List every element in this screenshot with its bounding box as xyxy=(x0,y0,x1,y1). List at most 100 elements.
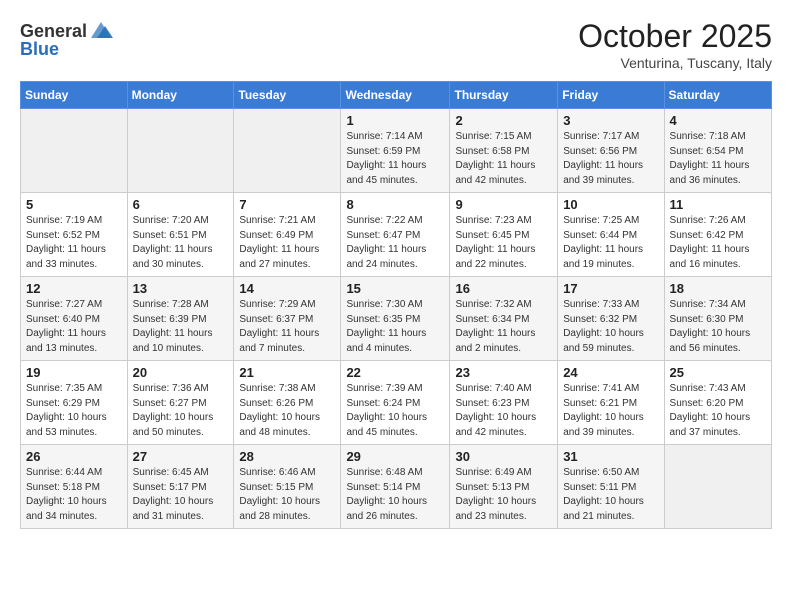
calendar-subtitle: Venturina, Tuscany, Italy xyxy=(578,55,772,71)
day-number: 11 xyxy=(670,197,766,212)
week-row-5: 26Sunrise: 6:44 AMSunset: 5:18 PMDayligh… xyxy=(21,445,772,529)
weekday-header-wednesday: Wednesday xyxy=(341,82,450,109)
day-info: Sunrise: 7:19 AMSunset: 6:52 PMDaylight:… xyxy=(26,214,122,272)
day-info: Sunrise: 7:38 AMSunset: 6:26 PMDaylight:… xyxy=(239,382,335,440)
day-cell: 16 Sunrise: 7:32 AMSunset: 6:34 PMDayligh… xyxy=(450,277,558,361)
day-info: Sunrise: 7:41 AMSunset: 6:21 PMDaylight:… xyxy=(563,382,658,440)
page: General Blue October 2025 Venturina, Tus… xyxy=(0,0,792,612)
calendar-table: SundayMondayTuesdayWednesdayThursdayFrid… xyxy=(20,81,772,529)
day-cell: 31Sunrise: 6:50 AMSunset: 5:11 PMDayligh… xyxy=(558,445,664,529)
day-info: Sunrise: 6:45 AMSunset: 5:17 PMDaylight:… xyxy=(133,466,229,524)
day-info: Sunrise: 7:43 AMSunset: 6:20 PMDaylight:… xyxy=(670,382,766,440)
day-cell: 15 Sunrise: 7:30 AMSunset: 6:35 PMDayligh… xyxy=(341,277,450,361)
day-info: Sunrise: 7:32 AMSunset: 6:34 PMDaylight:… xyxy=(455,298,552,356)
day-number: 7 xyxy=(239,197,335,212)
day-number: 30 xyxy=(455,449,552,464)
day-info: Sunrise: 7:25 AMSunset: 6:44 PMDaylight:… xyxy=(563,214,658,272)
day-cell: 29 Sunrise: 6:48 AMSunset: 5:14 PMDayligh… xyxy=(341,445,450,529)
day-number: 10 xyxy=(563,197,658,212)
calendar-title: October 2025 xyxy=(578,18,772,55)
day-number: 15 xyxy=(346,281,444,296)
weekday-header-sunday: Sunday xyxy=(21,82,128,109)
day-number: 19 xyxy=(26,365,122,380)
logo-icon xyxy=(89,18,113,42)
day-info: Sunrise: 7:20 AMSunset: 6:51 PMDaylight:… xyxy=(133,214,229,272)
day-info: Sunrise: 6:48 AMSunset: 5:14 PMDaylight:… xyxy=(346,466,444,524)
day-number: 31 xyxy=(563,449,658,464)
weekday-header-row: SundayMondayTuesdayWednesdayThursdayFrid… xyxy=(21,82,772,109)
day-cell xyxy=(127,109,234,193)
day-info: Sunrise: 7:26 AMSunset: 6:42 PMDaylight:… xyxy=(670,214,766,272)
day-cell: 12 Sunrise: 7:27 AMSunset: 6:40 PMDayligh… xyxy=(21,277,128,361)
week-row-3: 12 Sunrise: 7:27 AMSunset: 6:40 PMDayligh… xyxy=(21,277,772,361)
day-cell: 22Sunrise: 7:39 AMSunset: 6:24 PMDayligh… xyxy=(341,361,450,445)
day-info: Sunrise: 7:15 AMSunset: 6:58 PMDaylight:… xyxy=(455,130,552,188)
week-row-1: 1 Sunrise: 7:14 AMSunset: 6:59 PMDaylight… xyxy=(21,109,772,193)
day-cell: 10 Sunrise: 7:25 AMSunset: 6:44 PMDayligh… xyxy=(558,193,664,277)
day-info: Sunrise: 6:49 AMSunset: 5:13 PMDaylight:… xyxy=(455,466,552,524)
day-number: 22 xyxy=(346,365,444,380)
weekday-header-monday: Monday xyxy=(127,82,234,109)
day-number: 23 xyxy=(455,365,552,380)
day-number: 28 xyxy=(239,449,335,464)
day-number: 21 xyxy=(239,365,335,380)
day-info: Sunrise: 7:17 AMSunset: 6:56 PMDaylight:… xyxy=(563,130,658,188)
title-block: October 2025 Venturina, Tuscany, Italy xyxy=(578,18,772,71)
logo-general-text: General xyxy=(20,22,87,40)
day-cell: 21 Sunrise: 7:38 AMSunset: 6:26 PMDayligh… xyxy=(234,361,341,445)
day-number: 25 xyxy=(670,365,766,380)
day-number: 29 xyxy=(346,449,444,464)
day-cell: 30 Sunrise: 6:49 AMSunset: 5:13 PMDayligh… xyxy=(450,445,558,529)
day-cell: 19 Sunrise: 7:35 AMSunset: 6:29 PMDayligh… xyxy=(21,361,128,445)
day-info: Sunrise: 7:34 AMSunset: 6:30 PMDaylight:… xyxy=(670,298,766,356)
day-number: 3 xyxy=(563,113,658,128)
day-number: 4 xyxy=(670,113,766,128)
day-info: Sunrise: 7:33 AMSunset: 6:32 PMDaylight:… xyxy=(563,298,658,356)
day-number: 20 xyxy=(133,365,229,380)
day-cell xyxy=(21,109,128,193)
day-cell: 7 Sunrise: 7:21 AMSunset: 6:49 PMDaylight… xyxy=(234,193,341,277)
day-number: 18 xyxy=(670,281,766,296)
day-number: 8 xyxy=(346,197,444,212)
day-info: Sunrise: 7:21 AMSunset: 6:49 PMDaylight:… xyxy=(239,214,335,272)
day-number: 16 xyxy=(455,281,552,296)
day-info: Sunrise: 7:27 AMSunset: 6:40 PMDaylight:… xyxy=(26,298,122,356)
day-info: Sunrise: 7:29 AMSunset: 6:37 PMDaylight:… xyxy=(239,298,335,356)
day-cell: 11 Sunrise: 7:26 AMSunset: 6:42 PMDayligh… xyxy=(664,193,771,277)
day-cell: 20Sunrise: 7:36 AMSunset: 6:27 PMDayligh… xyxy=(127,361,234,445)
day-number: 5 xyxy=(26,197,122,212)
day-number: 12 xyxy=(26,281,122,296)
day-info: Sunrise: 7:28 AMSunset: 6:39 PMDaylight:… xyxy=(133,298,229,356)
day-info: Sunrise: 7:14 AMSunset: 6:59 PMDaylight:… xyxy=(346,130,444,188)
day-cell: 27Sunrise: 6:45 AMSunset: 5:17 PMDayligh… xyxy=(127,445,234,529)
day-cell: 25 Sunrise: 7:43 AMSunset: 6:20 PMDayligh… xyxy=(664,361,771,445)
day-cell xyxy=(664,445,771,529)
day-cell: 24 Sunrise: 7:41 AMSunset: 6:21 PMDayligh… xyxy=(558,361,664,445)
day-number: 24 xyxy=(563,365,658,380)
day-number: 9 xyxy=(455,197,552,212)
day-info: Sunrise: 7:35 AMSunset: 6:29 PMDaylight:… xyxy=(26,382,122,440)
day-number: 1 xyxy=(346,113,444,128)
day-info: Sunrise: 6:46 AMSunset: 5:15 PMDaylight:… xyxy=(239,466,335,524)
weekday-header-friday: Friday xyxy=(558,82,664,109)
day-cell: 4 Sunrise: 7:18 AMSunset: 6:54 PMDaylight… xyxy=(664,109,771,193)
day-cell: 1 Sunrise: 7:14 AMSunset: 6:59 PMDaylight… xyxy=(341,109,450,193)
day-info: Sunrise: 7:30 AMSunset: 6:35 PMDaylight:… xyxy=(346,298,444,356)
weekday-header-thursday: Thursday xyxy=(450,82,558,109)
day-number: 14 xyxy=(239,281,335,296)
weekday-header-saturday: Saturday xyxy=(664,82,771,109)
day-number: 13 xyxy=(133,281,229,296)
day-number: 26 xyxy=(26,449,122,464)
weekday-header-tuesday: Tuesday xyxy=(234,82,341,109)
day-info: Sunrise: 7:18 AMSunset: 6:54 PMDaylight:… xyxy=(670,130,766,188)
day-cell: 8Sunrise: 7:22 AMSunset: 6:47 PMDaylight… xyxy=(341,193,450,277)
day-cell: 13 Sunrise: 7:28 AMSunset: 6:39 PMDayligh… xyxy=(127,277,234,361)
week-row-4: 19 Sunrise: 7:35 AMSunset: 6:29 PMDayligh… xyxy=(21,361,772,445)
day-info: Sunrise: 7:23 AMSunset: 6:45 PMDaylight:… xyxy=(455,214,552,272)
day-cell: 17Sunrise: 7:33 AMSunset: 6:32 PMDayligh… xyxy=(558,277,664,361)
day-number: 6 xyxy=(133,197,229,212)
day-cell: 6 Sunrise: 7:20 AMSunset: 6:51 PMDaylight… xyxy=(127,193,234,277)
day-number: 2 xyxy=(455,113,552,128)
day-cell: 3 Sunrise: 7:17 AMSunset: 6:56 PMDaylight… xyxy=(558,109,664,193)
logo-blue-text: Blue xyxy=(20,40,59,58)
